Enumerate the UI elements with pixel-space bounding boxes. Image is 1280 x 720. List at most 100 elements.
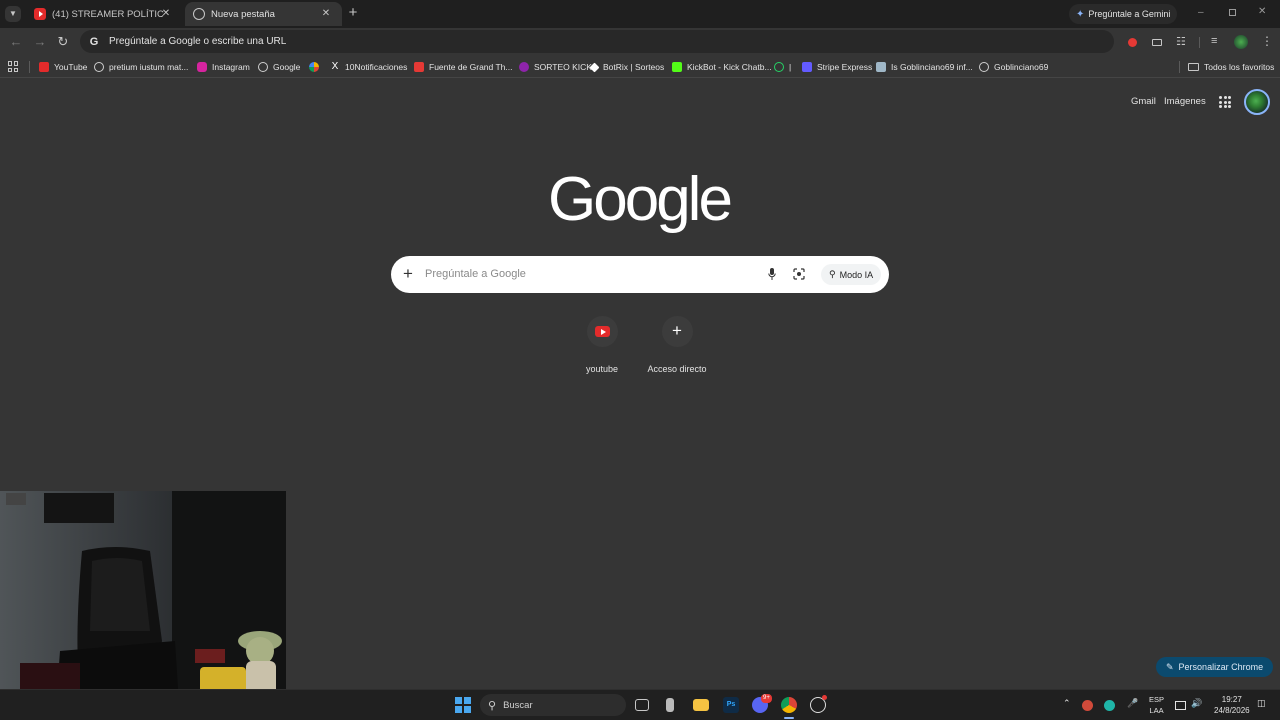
google-apps-icon[interactable]: [1219, 96, 1231, 108]
pencil-icon: ✎: [1166, 661, 1174, 672]
ai-search-icon: ⚲: [829, 269, 836, 279]
maximize-icon[interactable]: [1229, 9, 1236, 16]
tab-new-tab[interactable]: Nueva pestaña ✕: [185, 2, 342, 26]
pinwheel-icon: [309, 62, 319, 72]
extensions-puzzle-icon[interactable]: ☷: [1176, 35, 1186, 48]
close-window-icon[interactable]: ✕: [1258, 6, 1266, 17]
photoshop-icon[interactable]: Ps: [723, 697, 739, 713]
obs-recording-dot: [822, 695, 827, 700]
add-plus-icon[interactable]: +: [403, 264, 413, 284]
botrix-icon: [589, 62, 600, 72]
search-icon: ⚲: [488, 699, 497, 712]
bookmark-x[interactable]: X 10Notificaciones: [330, 59, 408, 75]
volume-icon[interactable]: 🔊: [1191, 698, 1202, 709]
gemini-button[interactable]: ✦ Pregúntale a Gemini: [1069, 4, 1178, 24]
tray-app-icon[interactable]: [1082, 700, 1093, 711]
bookmark-sorteo-kick[interactable]: SORTEO KICK: [519, 59, 592, 75]
gmail-link[interactable]: Gmail: [1131, 96, 1156, 107]
notifications-icon[interactable]: ◫: [1257, 698, 1266, 709]
google-icon: [258, 62, 268, 72]
webcam-overlay: [0, 491, 286, 720]
new-tab-plus-icon[interactable]: +: [345, 5, 361, 21]
usb-drive-icon[interactable]: [666, 698, 674, 712]
forward-arrow-icon[interactable]: →: [32, 34, 48, 50]
images-link[interactable]: Imágenes: [1164, 96, 1206, 107]
search-input[interactable]: [425, 263, 745, 285]
globe-icon: [94, 62, 104, 72]
back-arrow-icon[interactable]: ←: [8, 34, 24, 50]
bookmark-gta[interactable]: Fuente de Grand Th...: [414, 59, 512, 75]
task-view-icon[interactable]: [635, 699, 649, 711]
stripe-icon: [802, 62, 812, 72]
divider: [1199, 37, 1200, 48]
archive-icon: [876, 62, 886, 72]
windows-start-icon[interactable]: [455, 697, 471, 713]
ai-mode-button[interactable]: ⚲ Modo IA: [821, 264, 882, 285]
folder-icon: [1188, 63, 1199, 71]
divider: [29, 61, 30, 73]
taskbar: ⚲ Buscar Ps 9+ ⌃ 🎤 ESP LAA 🔊 19:27 24/8/…: [0, 689, 1280, 720]
clock[interactable]: 19:27 24/8/2026: [1214, 694, 1250, 716]
tab-strip: ▼ (41) STREAMER POLÍTICO es El ✕ Nueva p…: [0, 0, 1280, 28]
globe-icon: [979, 62, 989, 72]
reload-icon[interactable]: ↻: [55, 34, 71, 50]
tray-edge-icon[interactable]: [1104, 700, 1115, 711]
bookmark-pinwheel[interactable]: [309, 59, 324, 75]
bookmark-kickbot[interactable]: KickBot - Kick Chatb...: [672, 59, 772, 75]
all-bookmarks[interactable]: Todos los favoritos: [1188, 59, 1274, 75]
network-icon[interactable]: [1175, 701, 1186, 710]
bookmarks-bar: YouTube pretium iustum mat... Instagram …: [0, 56, 1280, 78]
tab-streamer[interactable]: (41) STREAMER POLÍTICO es El ✕: [26, 2, 182, 26]
instagram-icon: [197, 62, 207, 72]
microphone-icon[interactable]: [768, 268, 776, 280]
google-lens-icon[interactable]: [793, 268, 805, 280]
customize-chrome-button[interactable]: ✎ Personalizar Chrome: [1156, 657, 1274, 677]
menu-kebab-icon[interactable]: ⋮: [1261, 34, 1273, 48]
card-extension-icon[interactable]: [1152, 39, 1162, 46]
bookmark-youtube[interactable]: YouTube: [39, 59, 87, 75]
webcam-image: [0, 491, 286, 720]
plus-icon: +: [672, 321, 682, 340]
close-tab-icon[interactable]: ✕: [318, 6, 334, 22]
bookmark-goblinciano-info[interactable]: Is Goblinciano69 inf...: [876, 59, 973, 75]
chrome-icon[interactable]: [781, 697, 797, 713]
search-box[interactable]: + ⚲ Modo IA: [391, 256, 889, 293]
media-control-icon[interactable]: ≡: [1211, 35, 1217, 47]
divider: [1179, 61, 1180, 73]
kick-sorteo-icon: [519, 62, 529, 72]
bookmark-instagram[interactable]: Instagram: [197, 59, 250, 75]
google-g-icon: G: [89, 35, 99, 48]
apps-grid-icon[interactable]: [8, 61, 19, 72]
shortcut-add[interactable]: + Acceso directo: [642, 316, 712, 374]
profile-avatar-small[interactable]: [1234, 35, 1248, 49]
chrome-favicon-icon: [193, 8, 205, 20]
tray-chevron-icon[interactable]: ⌃: [1063, 698, 1071, 709]
account-avatar[interactable]: [1244, 89, 1270, 115]
youtube-favicon-icon: [34, 8, 46, 20]
f-icon: [414, 62, 424, 72]
bookmark-whatsapp[interactable]: |: [774, 59, 791, 75]
minimize-icon[interactable]: –: [1198, 8, 1208, 18]
address-bar[interactable]: G Pregúntale a Google o escribe una URL: [80, 30, 1114, 53]
bookmark-stripe[interactable]: Stripe Express: [802, 59, 872, 75]
x-icon: X: [331, 61, 339, 72]
record-extension-icon[interactable]: [1128, 38, 1137, 47]
bookmark-goblinciano[interactable]: Goblinciano69: [979, 59, 1048, 75]
discord-badge: 9+: [761, 694, 772, 703]
bookmark-pretium[interactable]: pretium iustum mat...: [94, 59, 188, 75]
tab-search-chevron-icon[interactable]: ▼: [5, 6, 21, 22]
microphone-tray-icon[interactable]: 🎤: [1127, 698, 1138, 709]
gemini-spark-icon: ✦: [1076, 8, 1085, 20]
shortcut-youtube[interactable]: youtube: [567, 316, 637, 374]
whatsapp-icon: [774, 62, 784, 72]
chrome-active-indicator: [784, 717, 794, 719]
input-language[interactable]: ESP LAA: [1149, 694, 1164, 716]
close-tab-icon[interactable]: ✕: [158, 6, 174, 22]
file-explorer-icon[interactable]: [693, 699, 709, 711]
google-logo: Google: [548, 165, 733, 234]
bookmark-botrix[interactable]: BotRix | Sorteos: [589, 59, 664, 75]
kickbot-icon: [672, 62, 682, 72]
youtube-icon: [39, 62, 49, 72]
bookmark-google[interactable]: Google: [258, 59, 300, 75]
taskbar-search[interactable]: ⚲ Buscar: [480, 694, 626, 716]
